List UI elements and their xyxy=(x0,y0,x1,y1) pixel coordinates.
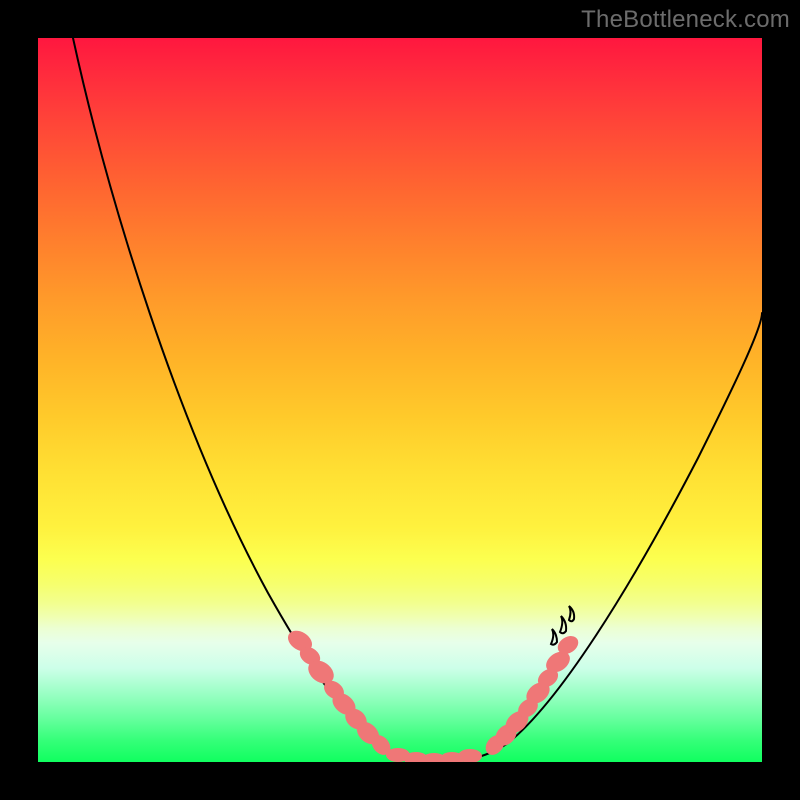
left-bead-cluster xyxy=(284,626,394,758)
plot-area xyxy=(38,38,762,762)
watermark-text: TheBottleneck.com xyxy=(581,6,790,34)
chart-svg xyxy=(38,38,762,762)
right-bead-cluster xyxy=(482,606,582,759)
bottleneck-curve xyxy=(73,38,762,762)
bottom-bead-run xyxy=(386,748,482,762)
chart-frame: TheBottleneck.com xyxy=(0,0,800,800)
